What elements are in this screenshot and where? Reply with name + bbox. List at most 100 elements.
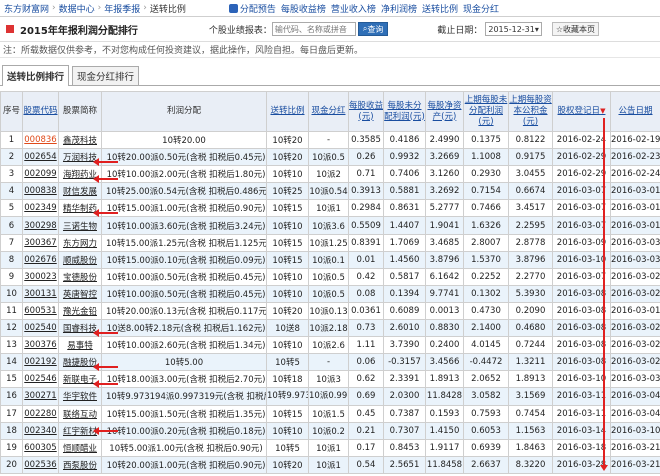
net-assets: 5.2777 <box>425 199 464 218</box>
stock-code[interactable]: 002280 <box>22 404 59 423</box>
date-select[interactable]: 2015-12-31 ▾ <box>485 22 542 36</box>
quick-link-profit[interactable]: 净利润榜 <box>381 2 417 15</box>
net-assets: 1.9117 <box>425 438 464 457</box>
stock-code[interactable]: 002654 <box>22 148 59 167</box>
prev-reserve: 1.3211 <box>508 353 553 372</box>
stock-name[interactable]: 鑫茂科技 <box>58 130 102 150</box>
col-header-prev-reserve[interactable]: 上期每股资本公积金(元) <box>508 91 553 132</box>
stock-code[interactable]: 002340 <box>22 421 59 440</box>
prev-reserve: 0.7454 <box>508 404 553 423</box>
net-assets: 3.4685 <box>425 233 464 252</box>
col-header-undist[interactable]: 每股未分配利润(元) <box>383 91 426 132</box>
stock-code[interactable]: 300367 <box>22 233 59 252</box>
undistributed-profit: -0.3157 <box>383 353 426 372</box>
quick-link-eps[interactable]: 每股收益榜 <box>281 2 326 15</box>
stock-name[interactable]: 三诺生物 <box>58 216 102 235</box>
col-header-code[interactable]: 股票代码 <box>22 91 59 132</box>
breadcrumb-datacenter[interactable]: 数据中心 <box>59 2 95 15</box>
prev-undistributed: 2.0652 <box>463 370 509 389</box>
quick-link-forecast[interactable]: 分配预告 <box>228 2 276 15</box>
row-index: 7 <box>0 233 23 252</box>
transfer-ratio: 10转10 <box>266 267 309 286</box>
prev-reserve: 2.2595 <box>508 216 553 235</box>
stock-name[interactable]: 联络互动 <box>58 404 102 423</box>
breadcrumb-reports[interactable]: 年报季报 <box>104 2 140 15</box>
undistributed-profit: 0.9932 <box>383 148 426 167</box>
stock-code[interactable]: 300131 <box>22 284 59 303</box>
stock-name[interactable]: 东方网力 <box>58 233 102 252</box>
stock-code[interactable]: 000836 <box>22 130 59 150</box>
prev-reserve: 3.1569 <box>508 387 553 406</box>
stock-code[interactable]: 300271 <box>22 387 59 406</box>
net-assets: 11.8458 <box>425 455 464 474</box>
col-header-ratio[interactable]: 送转比例 <box>266 91 309 132</box>
net-assets: 2.4990 <box>425 130 464 150</box>
stock-name[interactable]: 西泵股份 <box>58 455 102 474</box>
stock-code[interactable]: 002536 <box>22 455 59 474</box>
net-assets: 6.1642 <box>425 267 464 286</box>
record-date-label: 股权登记日 <box>557 106 601 116</box>
stock-name[interactable]: 恒顺醋业 <box>58 438 102 457</box>
col-header-bvps[interactable]: 每股净资产(元) <box>425 91 464 132</box>
col-header-prev-undist[interactable]: 上期每股未分配利润(元) <box>463 91 509 132</box>
announce-date: 2016-03-02 <box>610 353 660 372</box>
favorite-button[interactable]: ☆ 收藏本页 <box>551 22 600 36</box>
stock-code[interactable]: 002192 <box>22 353 59 372</box>
stock-name[interactable]: 易事特 <box>58 336 102 355</box>
eps: 0.01 <box>348 250 384 269</box>
breadcrumb-home[interactable]: 东方财富网 <box>4 2 49 15</box>
stock-name[interactable]: 豫光金铅 <box>58 301 102 321</box>
stock-code[interactable]: 600531 <box>22 301 59 321</box>
distribution-plan: 10转5.00 <box>101 353 267 372</box>
eps: 0.5509 <box>348 216 384 235</box>
tab-ratio-ranking[interactable]: 送转比例排行 <box>2 65 70 86</box>
stock-code[interactable]: 300376 <box>22 336 59 355</box>
stock-code[interactable]: 300298 <box>22 216 59 235</box>
col-header-cash[interactable]: 现金分红 <box>308 91 349 132</box>
announce-date: 2016-03-01 <box>610 199 660 218</box>
stock-code[interactable]: 002676 <box>22 250 59 269</box>
row-index: 12 <box>0 319 23 338</box>
stock-name[interactable]: 顺威股份 <box>58 250 102 269</box>
stock-code[interactable]: 300023 <box>22 267 59 286</box>
prev-undistributed: 1.6326 <box>463 216 509 235</box>
distribution-plan: 10转15.00派1.50元(含税 扣税后1.35元) <box>101 404 267 423</box>
stock-name[interactable]: 宝德股份 <box>58 267 102 286</box>
quick-link-dividend[interactable]: 现金分红 <box>463 2 499 15</box>
annotation-arrow <box>93 380 118 388</box>
stock-code[interactable]: 002349 <box>22 199 59 218</box>
stock-search-input[interactable] <box>271 22 356 36</box>
col-header-plan: 利润分配 <box>101 91 267 132</box>
col-header-eps[interactable]: 每股收益(元) <box>348 91 384 132</box>
cash-dividend: 10派0.13 <box>308 301 349 321</box>
announce-date: 2016-03-02 <box>610 319 660 338</box>
col-header-announce-date[interactable]: 公告日期 <box>610 91 660 132</box>
prev-reserve: 3.8796 <box>508 250 553 269</box>
table-row: 20 002536 西泵股份 10转20.00派1.00元(含税 扣税后0.90元) 1… <box>0 455 660 474</box>
breadcrumb-separator: › <box>97 3 102 13</box>
eps: 0.17 <box>348 438 384 457</box>
record-date: 2016-03-10 <box>552 370 611 389</box>
table-row: 6 300298 三诺生物 10转10.00派3.60元(含税 扣税后3.24元) 10… <box>0 216 660 235</box>
distribution-plan: 10转15.00派1.25元(含税 扣税后1.125元) <box>101 233 267 252</box>
col-header-record-date[interactable]: 股权登记日▼ <box>552 91 611 132</box>
stock-name[interactable]: 华宇软件 <box>58 387 102 406</box>
tab-dividend-ranking[interactable]: 现金分红排行 <box>72 66 140 85</box>
stock-name[interactable]: 英唐智控 <box>58 284 102 303</box>
stock-name[interactable]: 财信发展 <box>58 182 102 201</box>
quick-link-ratio[interactable]: 送转比例 <box>422 2 458 15</box>
stock-code[interactable]: 000838 <box>22 182 59 201</box>
announce-date: 2016-03-04 <box>610 404 660 423</box>
cash-dividend: 10派3 <box>308 370 349 389</box>
query-button[interactable]: ⌕ 查询 <box>357 22 389 36</box>
record-date: 2016-03-10 <box>552 250 611 269</box>
page-title: 2015年年报利润分配排行 <box>20 25 138 37</box>
stock-code[interactable]: 002540 <box>22 319 59 338</box>
transfer-ratio: 10转5 <box>266 353 309 372</box>
col-header-index: 序号 <box>0 91 23 132</box>
quick-link-revenue[interactable]: 营业收入榜 <box>331 2 376 15</box>
stock-code[interactable]: 002546 <box>22 370 59 389</box>
stock-code[interactable]: 002099 <box>22 165 59 184</box>
net-assets: 1.4150 <box>425 421 464 440</box>
stock-code[interactable]: 600305 <box>22 438 59 457</box>
